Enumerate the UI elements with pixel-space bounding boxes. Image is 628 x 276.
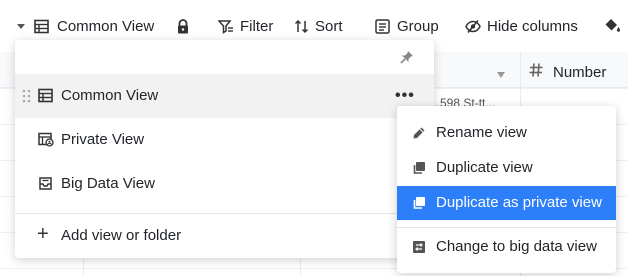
plus-icon: + [37, 223, 49, 245]
column-menu-caret-icon[interactable] [496, 66, 506, 83]
group-icon [375, 18, 390, 34]
table-icon [38, 88, 53, 107]
view-item-private[interactable]: Private View [15, 118, 434, 162]
view-selector[interactable]: Common View [16, 14, 154, 38]
change-to-big-data-view-menu-item[interactable]: Change to big data view [397, 230, 616, 264]
sort-button[interactable]: Sort [294, 14, 343, 38]
menu-item-label: Duplicate as private view [436, 194, 602, 211]
number-column-header[interactable]: Number [528, 62, 606, 82]
pencil-icon [412, 126, 426, 144]
menu-item-label: Duplicate view [436, 159, 533, 176]
hide-columns-button[interactable]: Hide columns [465, 14, 578, 38]
views-dropdown: Common View ••• Private View Big Data Vi… [15, 40, 434, 258]
sort-label: Sort [315, 17, 343, 35]
lock-button[interactable] [176, 14, 190, 38]
big-data-icon [38, 176, 53, 195]
drag-handle-icon[interactable] [22, 89, 31, 107]
divider [397, 227, 616, 228]
view-item-label: Private View [61, 131, 145, 148]
duplicate-icon [412, 196, 426, 214]
row-color-button[interactable] [604, 14, 622, 38]
duplicate-as-private-view-menu-item[interactable]: Duplicate as private view [397, 186, 616, 220]
group-label: Group [397, 17, 439, 35]
group-button[interactable]: Group [375, 14, 439, 38]
more-options-icon[interactable]: ••• [395, 87, 415, 105]
hide-columns-label: Hide columns [487, 17, 578, 35]
private-view-icon [38, 132, 54, 151]
duplicate-view-menu-item[interactable]: Duplicate view [397, 151, 616, 185]
duplicate-icon [412, 161, 426, 179]
lock-icon [176, 18, 190, 34]
view-item-label: Big Data View [61, 175, 155, 192]
add-view-label: Add view or folder [61, 227, 182, 244]
hash-icon [528, 62, 544, 82]
view-item-big-data[interactable]: Big Data View [15, 162, 434, 206]
menu-item-label: Change to big data view [436, 238, 597, 255]
table-icon [34, 19, 49, 34]
eye-slash-icon [465, 19, 481, 34]
caret-down-icon [16, 21, 26, 31]
sort-icon [294, 19, 309, 34]
menu-item-label: Rename view [436, 124, 527, 141]
convert-icon [412, 240, 426, 258]
view-context-menu: Rename view Duplicate view Duplicate as … [397, 106, 616, 273]
number-column-label: Number [553, 63, 607, 81]
add-view-button[interactable]: + Add view or folder [15, 214, 434, 258]
paint-bucket-icon [604, 18, 622, 34]
pin-icon[interactable] [400, 50, 414, 68]
view-item-label: Common View [61, 87, 159, 104]
filter-icon [218, 19, 234, 34]
view-item-common[interactable]: Common View ••• [15, 74, 434, 118]
filter-label: Filter [240, 17, 274, 35]
filter-button[interactable]: Filter [218, 14, 273, 38]
current-view-name: Common View [57, 17, 155, 35]
rename-view-menu-item[interactable]: Rename view [397, 116, 616, 150]
